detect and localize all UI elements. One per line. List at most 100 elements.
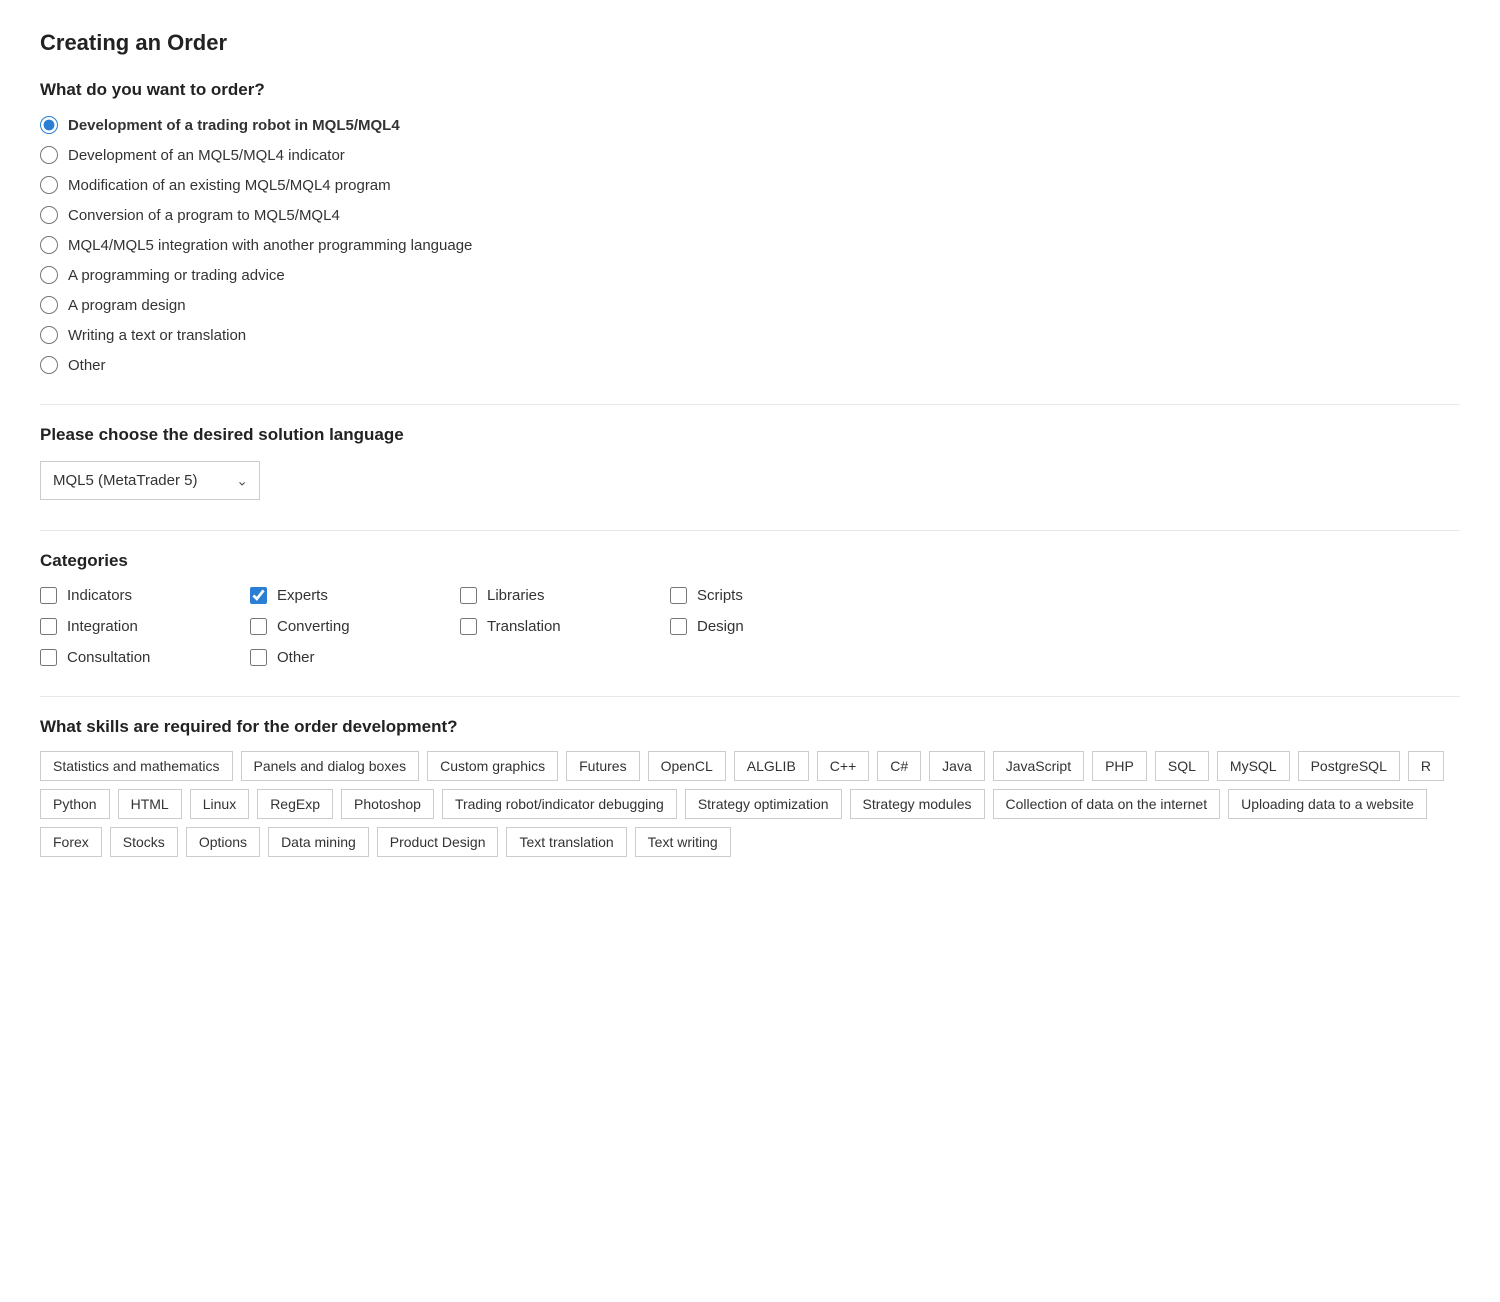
radio-item-3[interactable]: Modification of an existing MQL5/MQL4 pr… bbox=[40, 176, 1460, 194]
section-divider-1 bbox=[40, 404, 1460, 405]
skill-tag-10[interactable]: JavaScript bbox=[993, 751, 1084, 781]
section-divider-3 bbox=[40, 696, 1460, 697]
checkbox-2[interactable] bbox=[250, 587, 267, 604]
skill-tag-13[interactable]: MySQL bbox=[1217, 751, 1290, 781]
section-divider-2 bbox=[40, 530, 1460, 531]
radio-7[interactable] bbox=[40, 296, 58, 314]
skill-tag-29[interactable]: Data mining bbox=[268, 827, 369, 857]
skill-tag-1[interactable]: Statistics and mathematics bbox=[40, 751, 233, 781]
category-label-4: Scripts bbox=[697, 587, 743, 604]
category-label-9: Consultation bbox=[67, 649, 150, 666]
skill-tag-22[interactable]: Strategy optimization bbox=[685, 789, 842, 819]
language-heading: Please choose the desired solution langu… bbox=[40, 425, 1460, 445]
category-label-5: Integration bbox=[67, 618, 138, 635]
radio-item-2[interactable]: Development of an MQL5/MQL4 indicator bbox=[40, 146, 1460, 164]
checkbox-7[interactable] bbox=[460, 618, 477, 635]
skills-heading: What skills are required for the order d… bbox=[40, 717, 1460, 737]
categories-heading: Categories bbox=[40, 551, 1460, 571]
skill-tag-21[interactable]: Trading robot/indicator debugging bbox=[442, 789, 677, 819]
skill-tag-27[interactable]: Stocks bbox=[110, 827, 178, 857]
skill-tag-5[interactable]: OpenCL bbox=[648, 751, 726, 781]
category-item-5[interactable]: Integration bbox=[40, 618, 230, 635]
category-label-3: Libraries bbox=[487, 587, 545, 604]
skill-tag-17[interactable]: HTML bbox=[118, 789, 182, 819]
order-type-radio-group: Development of a trading robot in MQL5/M… bbox=[40, 116, 1460, 374]
checkbox-6[interactable] bbox=[250, 618, 267, 635]
radio-item-1[interactable]: Development of a trading robot in MQL5/M… bbox=[40, 116, 1460, 134]
radio-3[interactable] bbox=[40, 176, 58, 194]
radio-1[interactable] bbox=[40, 116, 58, 134]
radio-2[interactable] bbox=[40, 146, 58, 164]
skill-tag-23[interactable]: Strategy modules bbox=[850, 789, 985, 819]
category-item-6[interactable]: Converting bbox=[250, 618, 440, 635]
checkbox-8[interactable] bbox=[670, 618, 687, 635]
skill-tag-14[interactable]: PostgreSQL bbox=[1298, 751, 1400, 781]
category-item-4[interactable]: Scripts bbox=[670, 587, 860, 604]
radio-label-4: Conversion of a program to MQL5/MQL4 bbox=[68, 207, 340, 224]
radio-item-6[interactable]: A programming or trading advice bbox=[40, 266, 1460, 284]
category-label-10: Other bbox=[277, 649, 315, 666]
skill-tag-16[interactable]: Python bbox=[40, 789, 110, 819]
category-item-9[interactable]: Consultation bbox=[40, 649, 230, 666]
category-item-7[interactable]: Translation bbox=[460, 618, 650, 635]
checkbox-10[interactable] bbox=[250, 649, 267, 666]
radio-9[interactable] bbox=[40, 356, 58, 374]
skill-tag-31[interactable]: Text translation bbox=[506, 827, 626, 857]
order-type-heading: What do you want to order? bbox=[40, 80, 1460, 100]
radio-label-6: A programming or trading advice bbox=[68, 267, 285, 284]
skill-tag-3[interactable]: Custom graphics bbox=[427, 751, 558, 781]
category-item-10[interactable]: Other bbox=[250, 649, 440, 666]
skill-tag-24[interactable]: Collection of data on the internet bbox=[993, 789, 1221, 819]
radio-6[interactable] bbox=[40, 266, 58, 284]
category-item-1[interactable]: Indicators bbox=[40, 587, 230, 604]
checkbox-5[interactable] bbox=[40, 618, 57, 635]
order-type-section: What do you want to order? Development o… bbox=[40, 80, 1460, 374]
category-label-6: Converting bbox=[277, 618, 350, 635]
skill-tag-26[interactable]: Forex bbox=[40, 827, 102, 857]
page-title: Creating an Order bbox=[40, 30, 1460, 56]
checkbox-4[interactable] bbox=[670, 587, 687, 604]
skill-tag-9[interactable]: Java bbox=[929, 751, 985, 781]
checkbox-9[interactable] bbox=[40, 649, 57, 666]
skill-tag-18[interactable]: Linux bbox=[190, 789, 249, 819]
radio-item-9[interactable]: Other bbox=[40, 356, 1460, 374]
category-item-2[interactable]: Experts bbox=[250, 587, 440, 604]
radio-label-2: Development of an MQL5/MQL4 indicator bbox=[68, 147, 345, 164]
skill-tag-7[interactable]: C++ bbox=[817, 751, 869, 781]
skills-tags-container: Statistics and mathematics Panels and dia… bbox=[40, 751, 1460, 857]
category-item-8[interactable]: Design bbox=[670, 618, 860, 635]
category-item-3[interactable]: Libraries bbox=[460, 587, 650, 604]
radio-label-9: Other bbox=[68, 357, 106, 374]
language-select[interactable]: MQL5 (MetaTrader 5)MQL4 (MetaTrader 4) bbox=[40, 461, 260, 500]
skills-section: What skills are required for the order d… bbox=[40, 717, 1460, 857]
radio-item-4[interactable]: Conversion of a program to MQL5/MQL4 bbox=[40, 206, 1460, 224]
radio-4[interactable] bbox=[40, 206, 58, 224]
language-section: Please choose the desired solution langu… bbox=[40, 425, 1460, 500]
skill-tag-19[interactable]: RegExp bbox=[257, 789, 333, 819]
radio-label-5: MQL4/MQL5 integration with another progr… bbox=[68, 237, 472, 254]
skill-tag-2[interactable]: Panels and dialog boxes bbox=[241, 751, 420, 781]
categories-section: Categories Indicators Experts Libraries Scr… bbox=[40, 551, 1460, 666]
skill-tag-32[interactable]: Text writing bbox=[635, 827, 731, 857]
skill-tag-20[interactable]: Photoshop bbox=[341, 789, 434, 819]
radio-8[interactable] bbox=[40, 326, 58, 344]
radio-item-8[interactable]: Writing a text or translation bbox=[40, 326, 1460, 344]
checkbox-3[interactable] bbox=[460, 587, 477, 604]
skill-tag-30[interactable]: Product Design bbox=[377, 827, 499, 857]
radio-item-7[interactable]: A program design bbox=[40, 296, 1460, 314]
skill-tag-4[interactable]: Futures bbox=[566, 751, 639, 781]
skill-tag-28[interactable]: Options bbox=[186, 827, 260, 857]
radio-label-1: Development of a trading robot in MQL5/M… bbox=[68, 117, 400, 134]
radio-label-8: Writing a text or translation bbox=[68, 327, 246, 344]
checkbox-1[interactable] bbox=[40, 587, 57, 604]
skill-tag-6[interactable]: ALGLIB bbox=[734, 751, 809, 781]
skill-tag-11[interactable]: PHP bbox=[1092, 751, 1147, 781]
category-label-2: Experts bbox=[277, 587, 328, 604]
language-select-wrapper: MQL5 (MetaTrader 5)MQL4 (MetaTrader 4) ⌄ bbox=[40, 461, 260, 500]
skill-tag-25[interactable]: Uploading data to a website bbox=[1228, 789, 1427, 819]
radio-5[interactable] bbox=[40, 236, 58, 254]
skill-tag-8[interactable]: C# bbox=[877, 751, 921, 781]
skill-tag-12[interactable]: SQL bbox=[1155, 751, 1209, 781]
skill-tag-15[interactable]: R bbox=[1408, 751, 1444, 781]
radio-item-5[interactable]: MQL4/MQL5 integration with another progr… bbox=[40, 236, 1460, 254]
